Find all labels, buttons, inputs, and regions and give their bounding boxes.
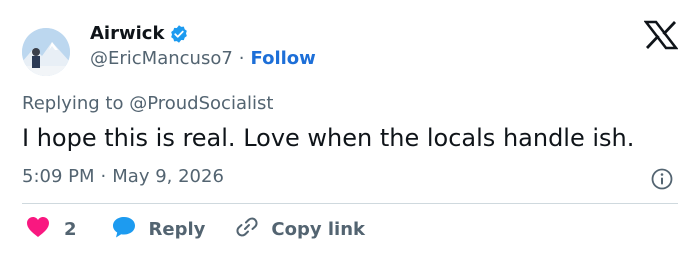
tweet-date[interactable]: May 9, 2026 <box>112 166 224 187</box>
x-logo-icon[interactable] <box>643 20 679 50</box>
timestamp-separator: · <box>100 166 107 187</box>
reply-button[interactable]: Reply <box>111 215 206 243</box>
separator-dot: · <box>238 48 245 69</box>
user-handle-row: @EricMancuso7 · Follow <box>90 48 316 69</box>
reply-bubble-icon <box>111 215 137 243</box>
tweet-timestamp[interactable]: 5:09 PM · May 9, 2026 <box>22 166 224 187</box>
reply-label: Reply <box>148 218 206 240</box>
like-button[interactable]: 2 <box>26 216 77 242</box>
action-bar: 2 Reply Copy link <box>26 216 395 242</box>
user-handle[interactable]: @EricMancuso7 <box>90 48 233 69</box>
display-name[interactable]: Airwick <box>90 23 164 44</box>
divider <box>22 203 678 204</box>
replying-to-handle[interactable]: @ProudSocialist <box>129 93 273 114</box>
info-icon[interactable] <box>650 167 674 191</box>
copy-link-button[interactable]: Copy link <box>235 215 365 243</box>
like-count: 2 <box>64 218 77 240</box>
user-name-row: Airwick <box>90 23 189 44</box>
verified-badge-icon <box>169 24 189 44</box>
follow-button[interactable]: Follow <box>251 48 316 69</box>
tweet-text: I hope this is real. Love when the local… <box>22 124 635 152</box>
replying-to: Replying to @ProudSocialist <box>22 93 273 114</box>
avatar[interactable] <box>22 28 70 76</box>
link-icon <box>235 215 259 243</box>
replying-to-prefix: Replying to <box>22 93 124 114</box>
copy-link-label: Copy link <box>271 218 365 240</box>
tweet-time[interactable]: 5:09 PM <box>22 166 95 187</box>
heart-icon <box>26 216 50 242</box>
